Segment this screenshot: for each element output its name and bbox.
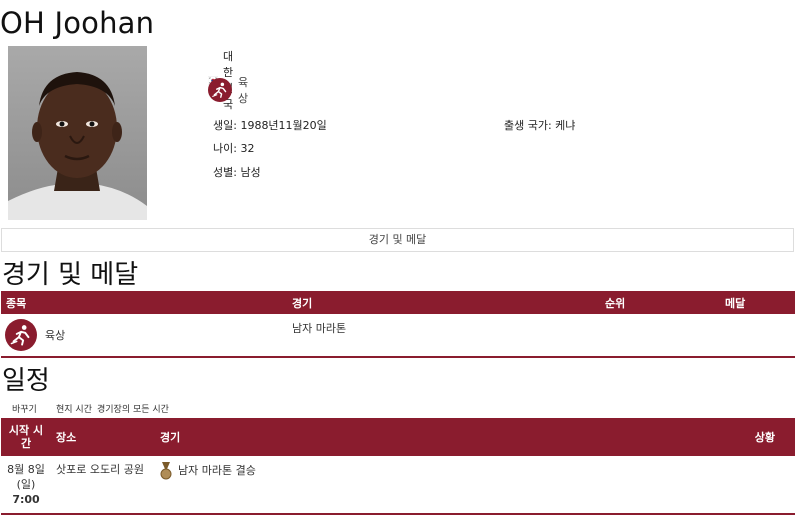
col-event: 경기: [287, 291, 600, 314]
date-text: 8월 8일 (일): [7, 463, 45, 491]
gender: 성별: 남성: [213, 166, 261, 179]
athlete-name: OH Joohan: [0, 6, 155, 40]
col-medal: 메달: [720, 291, 795, 314]
sport-cell: 육상: [1, 314, 287, 357]
venue-cell: 삿포로 오도리 공원: [56, 463, 144, 476]
athlete-photo: [8, 46, 147, 220]
venue-time-option[interactable]: 경기장의 모든 시간: [97, 402, 169, 415]
birth-country: 출생 국가: 케냐: [504, 119, 576, 132]
tab-events-medals[interactable]: 경기 및 메달: [1, 228, 794, 252]
switch-time-button[interactable]: 바꾸기: [12, 402, 37, 415]
athletics-icon: [5, 319, 37, 351]
col-venue: 장소: [51, 418, 155, 456]
sport-row: 육상: [208, 74, 254, 106]
col-start-time: 시작 시간: [1, 418, 51, 456]
age: 나이: 32: [213, 142, 255, 155]
event-cell: 남자 마라톤: [292, 322, 347, 335]
col-rank: 순위: [600, 291, 720, 314]
birth-date: 생일: 1988년11월20일: [213, 119, 327, 132]
medal-cell: [720, 314, 795, 357]
sport-name: 육상: [237, 76, 249, 105]
event-cell: 남자 마라톤 결승: [155, 456, 735, 514]
event-link[interactable]: 남자 마라톤 결승: [178, 462, 256, 478]
athletics-icon: [208, 78, 232, 102]
table-row: 8월 8일 (일) 7:00 삿포로 오도리 공원 남자 마라톤 결승: [1, 456, 795, 514]
local-time-option[interactable]: 현지 시간: [56, 402, 92, 415]
table-row: 육상 남자 마라톤: [1, 314, 795, 357]
schedule-section-title: 일정: [2, 366, 50, 396]
rank-cell: [600, 314, 720, 357]
events-section-title: 경기 및 메달: [2, 260, 139, 290]
medal-icon: [160, 462, 172, 480]
col-status: 상황: [735, 418, 795, 456]
schedule-table: 시작 시간 장소 경기 상황 8월 8일 (일) 7:00 삿포로 오도리 공원…: [1, 418, 795, 515]
time-text: 7:00: [12, 493, 40, 506]
status-cell: [735, 456, 795, 514]
col-sport: 종목: [1, 291, 287, 314]
col-event: 경기: [155, 418, 735, 456]
sport-link[interactable]: 육상: [45, 327, 65, 343]
start-time-cell: 8월 8일 (일) 7:00: [1, 456, 51, 514]
events-table: 종목 경기 순위 메달 육상 남자 마라톤: [1, 291, 795, 358]
